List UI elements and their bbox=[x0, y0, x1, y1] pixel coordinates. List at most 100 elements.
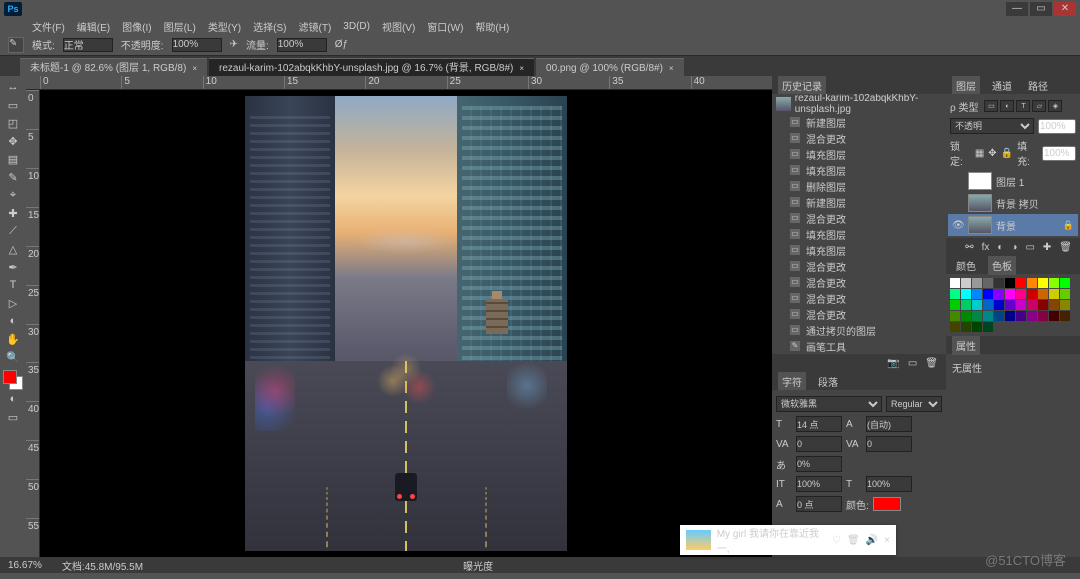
group-icon[interactable]: ▭ bbox=[1025, 242, 1034, 253]
swatch[interactable] bbox=[972, 278, 982, 288]
crop-tool[interactable]: ▤ bbox=[2, 150, 24, 168]
swatch[interactable] bbox=[950, 289, 960, 299]
close-icon[interactable]: × bbox=[519, 64, 524, 73]
tab-doc-3[interactable]: 00.png @ 100% (RGB/8#)× bbox=[536, 58, 684, 76]
hscale-input[interactable] bbox=[866, 476, 912, 492]
snapshot-icon[interactable]: 📷 bbox=[887, 358, 899, 369]
history-item[interactable]: ▭混合更改 bbox=[772, 130, 946, 146]
swatch[interactable] bbox=[1027, 300, 1037, 310]
swatch[interactable] bbox=[972, 300, 982, 310]
brush-preset-icon[interactable]: ✎ bbox=[8, 37, 24, 53]
quickmask-icon[interactable]: ◐ bbox=[2, 390, 24, 408]
swatch[interactable] bbox=[994, 289, 1004, 299]
history-item[interactable]: ▭新建图层 bbox=[772, 194, 946, 210]
tab-color[interactable]: 颜色 bbox=[952, 256, 980, 275]
filter-type-icon[interactable]: T bbox=[1016, 100, 1030, 112]
swatch[interactable] bbox=[983, 300, 993, 310]
tsume-input[interactable] bbox=[796, 456, 842, 472]
close-icon[interactable]: × bbox=[669, 64, 674, 73]
layer-row[interactable]: 图层 1 bbox=[948, 170, 1078, 192]
swatch[interactable] bbox=[1016, 311, 1026, 321]
mask-icon[interactable]: ◐ bbox=[997, 242, 1003, 253]
tab-character[interactable]: 字符 bbox=[778, 372, 806, 391]
heal-tool[interactable]: ⌖ bbox=[2, 186, 24, 204]
minimize-button[interactable]: — bbox=[1006, 2, 1028, 16]
marquee-tool[interactable]: ▭ bbox=[2, 96, 24, 114]
brush-tool[interactable]: ✚ bbox=[2, 204, 24, 222]
menu-view[interactable]: 视图(V) bbox=[378, 19, 419, 34]
swatch[interactable] bbox=[1027, 278, 1037, 288]
eyedropper-tool[interactable]: ✎ bbox=[2, 168, 24, 186]
tab-paragraph[interactable]: 段落 bbox=[814, 372, 842, 391]
swatch[interactable] bbox=[983, 278, 993, 288]
menu-3d[interactable]: 3D(D) bbox=[339, 21, 374, 32]
new-state-icon[interactable]: ▭ bbox=[908, 358, 917, 369]
swatch[interactable] bbox=[1060, 300, 1070, 310]
history-item[interactable]: ▭混合更改 bbox=[772, 210, 946, 226]
filter-pixel-icon[interactable]: ▭ bbox=[984, 100, 998, 112]
baseline-input[interactable] bbox=[796, 496, 842, 512]
history-item[interactable]: ▭填充图层 bbox=[772, 146, 946, 162]
history-item[interactable]: ▭混合更改 bbox=[772, 290, 946, 306]
lock-pixels-icon[interactable]: ▦ bbox=[975, 148, 984, 159]
history-item[interactable]: ▭混合更改 bbox=[772, 258, 946, 274]
path-tool[interactable]: ▷ bbox=[2, 294, 24, 312]
opacity-input[interactable] bbox=[172, 38, 222, 52]
mode-select[interactable] bbox=[63, 38, 113, 52]
menu-window[interactable]: 窗口(W) bbox=[423, 19, 467, 34]
swatch[interactable] bbox=[961, 311, 971, 321]
blend-mode-select[interactable]: 不透明 bbox=[950, 118, 1034, 134]
filter-shape-icon[interactable]: ▱ bbox=[1032, 100, 1046, 112]
history-item[interactable]: ✎画笔工具 bbox=[772, 338, 946, 354]
swatch[interactable] bbox=[983, 311, 993, 321]
history-source[interactable]: rezaul-karim-102abqkKhbY-unsplash.jpg bbox=[772, 94, 946, 114]
adjustment-icon[interactable]: ◑ bbox=[1011, 242, 1017, 253]
swatch[interactable] bbox=[1038, 278, 1048, 288]
swatch[interactable] bbox=[961, 322, 971, 332]
close-icon[interactable]: × bbox=[884, 535, 890, 546]
swatch[interactable] bbox=[1049, 311, 1059, 321]
fill-input[interactable] bbox=[1042, 146, 1076, 161]
move-tool[interactable]: ↔ bbox=[2, 78, 24, 96]
filter-adjust-icon[interactable]: ◐ bbox=[1000, 100, 1014, 112]
tab-channels[interactable]: 通道 bbox=[988, 76, 1016, 95]
layer-row[interactable]: 👁背景🔒 bbox=[948, 214, 1078, 236]
lasso-tool[interactable]: ◰ bbox=[2, 114, 24, 132]
tab-swatches[interactable]: 色板 bbox=[988, 256, 1016, 275]
swatch[interactable] bbox=[972, 289, 982, 299]
tab-properties[interactable]: 属性 bbox=[952, 336, 980, 355]
swatch[interactable] bbox=[1005, 300, 1015, 310]
layer-opacity-input[interactable] bbox=[1038, 119, 1076, 134]
trash-icon[interactable]: 🗑 bbox=[1059, 242, 1072, 253]
vscale-input[interactable] bbox=[796, 476, 842, 492]
canvas-viewport[interactable] bbox=[40, 90, 772, 557]
swatch[interactable] bbox=[994, 278, 1004, 288]
swatch[interactable] bbox=[1060, 311, 1070, 321]
swatch[interactable] bbox=[1005, 278, 1015, 288]
swatch[interactable] bbox=[1049, 289, 1059, 299]
text-color-swatch[interactable] bbox=[873, 497, 901, 511]
swatch[interactable] bbox=[961, 300, 971, 310]
tab-doc-2[interactable]: rezaul-karim-102abqkKhbY-unsplash.jpg @ … bbox=[209, 58, 534, 76]
swatch[interactable] bbox=[972, 311, 982, 321]
swatch[interactable] bbox=[950, 300, 960, 310]
swatch[interactable] bbox=[1038, 300, 1048, 310]
lock-all-icon[interactable]: 🔒 bbox=[1001, 148, 1013, 159]
color-swatch[interactable] bbox=[3, 370, 23, 390]
history-item[interactable]: ▭删除图层 bbox=[772, 178, 946, 194]
history-item[interactable]: ▭填充图层 bbox=[772, 242, 946, 258]
history-item[interactable]: ▭填充图层 bbox=[772, 226, 946, 242]
maximize-button[interactable]: ▭ bbox=[1030, 2, 1052, 16]
link-icon[interactable]: ⚯ bbox=[965, 242, 973, 253]
swatch[interactable] bbox=[972, 322, 982, 332]
history-item[interactable]: ▭填充图层 bbox=[772, 162, 946, 178]
swatch[interactable] bbox=[950, 322, 960, 332]
hand-tool[interactable]: ✋ bbox=[2, 330, 24, 348]
swatch[interactable] bbox=[1038, 289, 1048, 299]
menu-type[interactable]: 类型(Y) bbox=[204, 19, 245, 34]
layer-thumbnail[interactable] bbox=[968, 194, 992, 212]
swatch[interactable] bbox=[1049, 300, 1059, 310]
visibility-icon[interactable]: 👁 bbox=[952, 220, 964, 231]
foreground-color[interactable] bbox=[3, 370, 17, 384]
swatch[interactable] bbox=[994, 300, 1004, 310]
